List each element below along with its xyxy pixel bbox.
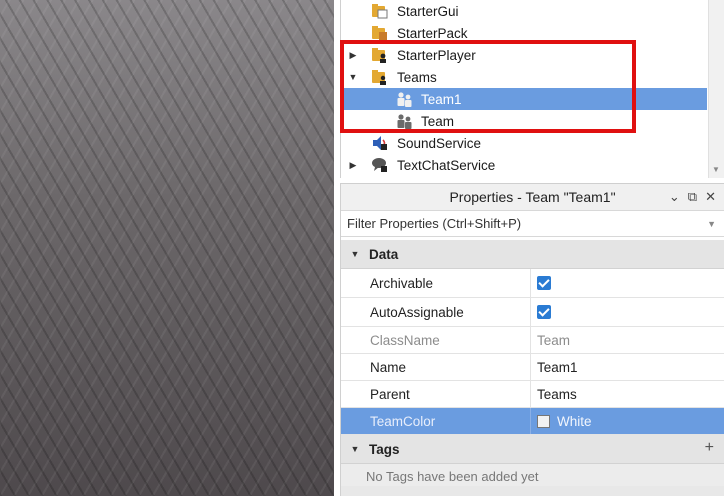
property-row-autoassignable[interactable]: AutoAssignable [341, 298, 724, 327]
filter-dropdown-icon[interactable]: ▼ [707, 219, 716, 229]
archivable-checkbox[interactable] [537, 276, 551, 290]
properties-title-bar: Properties - Team "Team1" ⌄ ⧉ ✕ [341, 184, 724, 211]
properties-panel: Properties - Team "Team1" ⌄ ⧉ ✕ Filter P… [340, 183, 724, 496]
property-row-teamcolor[interactable]: TeamColor White [341, 408, 724, 435]
section-label: Data [369, 246, 399, 262]
tree-item-teams[interactable]: ▼ Teams [341, 66, 707, 88]
property-row-archivable[interactable]: Archivable [341, 269, 724, 298]
close-icon[interactable]: ✕ [705, 189, 716, 205]
collapse-arrow-icon[interactable]: ▼ [341, 249, 369, 259]
property-value[interactable]: Teams [531, 381, 724, 407]
collapse-arrow-icon[interactable]: ▼ [348, 72, 358, 82]
tree-item-team[interactable]: Team [341, 110, 707, 132]
tree-item-textchatservice[interactable]: ▶ TextChatService [341, 154, 707, 176]
color-swatch[interactable] [537, 414, 550, 428]
property-value: Team [537, 332, 571, 348]
dropdown-icon[interactable]: ⌄ [669, 189, 680, 205]
property-row-name[interactable]: Name Team1 [341, 354, 724, 381]
section-label: Tags [369, 441, 400, 457]
tree-label: StarterPack [397, 25, 468, 41]
section-data-header[interactable]: ▼ Data [341, 240, 724, 269]
property-name: AutoAssignable [341, 298, 531, 326]
starter-player-icon [371, 47, 389, 63]
property-name: Archivable [341, 269, 531, 297]
tree-label: Team [421, 113, 455, 129]
teams-icon [371, 69, 389, 85]
undock-icon[interactable]: ⧉ [688, 189, 697, 205]
starter-gui-icon [371, 3, 389, 19]
collapse-arrow-icon[interactable]: ▼ [341, 444, 369, 454]
property-name: Parent [341, 381, 531, 407]
tree-label: TextChatService [397, 157, 496, 173]
property-value[interactable]: White [557, 414, 592, 429]
add-tag-icon[interactable]: + [705, 439, 714, 457]
section-tags-header[interactable]: ▼ Tags + [341, 435, 724, 464]
properties-title: Properties - Team "Team1" [449, 189, 616, 205]
explorer-scrollbar[interactable]: ▼ [708, 0, 724, 178]
property-row-classname: ClassName Team [341, 327, 724, 354]
tree-label: SoundService [397, 135, 482, 151]
tree-label: StarterGui [397, 3, 459, 19]
tree-item-soundservice[interactable]: SoundService [341, 132, 707, 154]
tree-item-team1[interactable]: Team1 [341, 88, 707, 110]
filter-properties-input[interactable]: Filter Properties (Ctrl+Shift+P) ▼ [341, 211, 724, 237]
starter-pack-icon [371, 25, 389, 41]
property-value[interactable]: Team1 [531, 354, 724, 380]
team-icon [395, 91, 413, 107]
tree-label: Team1 [421, 91, 462, 107]
sound-service-icon [371, 135, 389, 151]
property-name: TeamColor [341, 408, 531, 434]
tree-item-starterpack[interactable]: StarterPack [341, 22, 707, 44]
property-row-parent[interactable]: Parent Teams [341, 381, 724, 408]
3d-viewport[interactable] [0, 0, 334, 496]
filter-placeholder: Filter Properties (Ctrl+Shift+P) [347, 216, 522, 231]
panel-bottom [341, 486, 724, 496]
expand-arrow-icon[interactable]: ▶ [348, 160, 358, 170]
autoassignable-checkbox[interactable] [537, 305, 551, 319]
tree-label: StarterPlayer [397, 47, 476, 63]
tree-item-startergui[interactable]: StarterGui [341, 0, 707, 22]
explorer-panel: StarterGui StarterPack ▶ StarterPlayer ▼… [340, 0, 724, 178]
property-name: ClassName [341, 327, 531, 353]
scroll-down-icon[interactable]: ▼ [712, 165, 720, 174]
tree-item-starterplayer[interactable]: ▶ StarterPlayer [341, 44, 707, 66]
team-icon [395, 113, 413, 129]
text-chat-service-icon [371, 157, 389, 173]
property-name: Name [341, 354, 531, 380]
expand-arrow-icon[interactable]: ▶ [348, 50, 358, 60]
tags-empty-message: No Tags have been added yet [341, 464, 724, 488]
tree-label: Teams [397, 69, 437, 85]
